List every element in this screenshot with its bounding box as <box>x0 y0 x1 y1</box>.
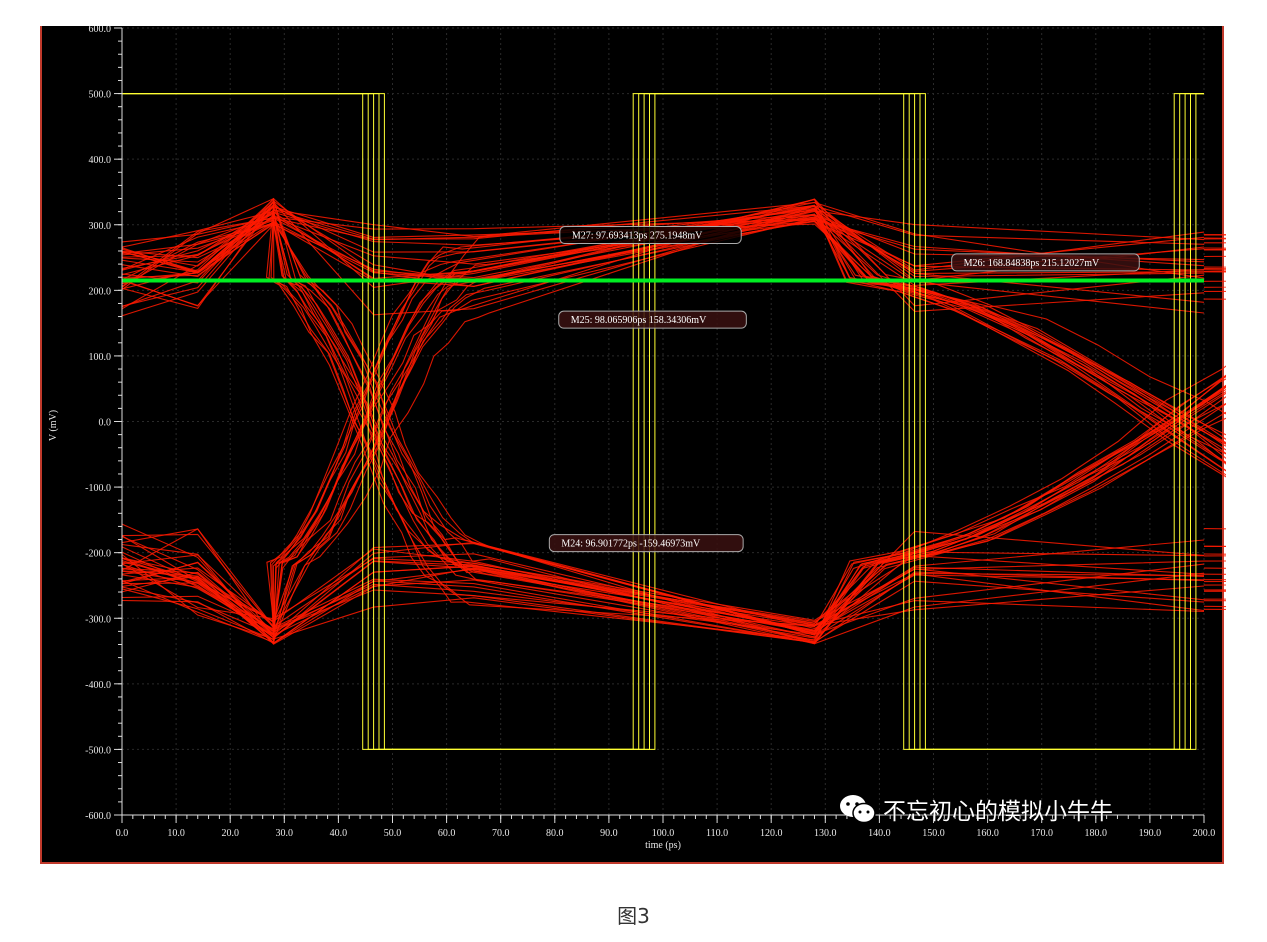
marker-m25: M25: 98.065906ps 158.34306mV <box>558 310 747 329</box>
y-tick-label: -500.0 <box>85 745 111 756</box>
x-tick-label: 190.0 <box>1139 828 1162 839</box>
x-tick-label: 110.0 <box>706 828 728 839</box>
grid-layer <box>121 27 1205 816</box>
eye-diagram-figure: 0.0 10.0 20.0 30.0 40.0 50.0 60.0 70.0 80.0 90.0 1… <box>40 26 1226 864</box>
axes: 0.0 10.0 20.0 30.0 40.0 50.0 60.0 70.0 80.0 90.0 1… <box>85 26 1215 839</box>
marker-label: M27: 97.693413ps 275.1948mV <box>572 231 703 242</box>
x-tick-label: 20.0 <box>221 828 239 839</box>
x-tick-label: 60.0 <box>438 828 456 839</box>
watermark-text: 不忘初心的模拟小牛牛 <box>883 799 1113 825</box>
wechat-icon <box>840 795 876 824</box>
y-tick-label: -200.0 <box>85 549 111 560</box>
figure-caption: 图3 <box>617 904 650 928</box>
x-tick-label: 90.0 <box>600 828 618 839</box>
y-tick-label: 600.0 <box>89 26 112 35</box>
x-tick-label: 80.0 <box>546 828 564 839</box>
watermark: 不忘初心的模拟小牛牛 <box>839 792 1113 826</box>
y-tick-label: -600.0 <box>85 811 111 822</box>
x-tick-label: 130.0 <box>814 828 837 839</box>
x-tick-label: 30.0 <box>276 828 294 839</box>
x-tick-label: 100.0 <box>652 828 675 839</box>
eye-trace <box>121 221 1226 632</box>
marker-label: M24: 96.901772ps -159.46973mV <box>561 539 701 550</box>
x-tick-label: 0.0 <box>116 828 129 839</box>
x-tick-label: 70.0 <box>492 828 510 839</box>
y-tick-label: 100.0 <box>89 352 112 363</box>
x-tick-label: 150.0 <box>922 828 945 839</box>
x-tick-label: 50.0 <box>384 828 402 839</box>
y-tick-label: 300.0 <box>89 221 112 232</box>
y-tick-label: 200.0 <box>89 286 112 297</box>
chart-svg: 0.0 10.0 20.0 30.0 40.0 50.0 60.0 70.0 80.0 90.0 1… <box>48 26 1226 851</box>
x-tick-label: 120.0 <box>760 828 783 839</box>
y-tick-label: 0.0 <box>99 418 112 429</box>
x-tick-label: 170.0 <box>1030 828 1053 839</box>
x-tick-label: 10.0 <box>167 828 185 839</box>
x-tick-label: 40.0 <box>330 828 348 839</box>
x-tick-label: 180.0 <box>1085 828 1108 839</box>
x-tick-label: 200.0 <box>1193 828 1216 839</box>
eye-trace <box>121 213 1226 644</box>
marker-label: M25: 98.065906ps 158.34306mV <box>571 315 707 326</box>
eye-trace <box>121 223 1226 642</box>
x-tick-label: 160.0 <box>976 828 999 839</box>
x-tick-label: 140.0 <box>868 828 891 839</box>
marker-label: M26: 168.84838ps 215.12027mV <box>964 258 1100 269</box>
eye-trace <box>121 209 1226 639</box>
eye-trace <box>121 219 1226 643</box>
eye-trace <box>121 247 1226 638</box>
marker-m24: M24: 96.901772ps -159.46973mV <box>548 534 744 553</box>
x-axis-title: time (ps) <box>645 840 681 851</box>
y-axis-title: V (mV) <box>48 410 59 441</box>
marker-m27: M27: 97.693413ps 275.1948mV <box>559 226 742 245</box>
y-tick-label: -300.0 <box>85 614 111 625</box>
y-tick-label: -100.0 <box>85 483 111 494</box>
y-tick-label: 500.0 <box>89 90 112 101</box>
marker-m26: M26: 168.84838ps 215.12027mV <box>951 253 1140 272</box>
y-tick-label: -400.0 <box>85 680 111 691</box>
y-tick-label: 400.0 <box>89 155 112 166</box>
